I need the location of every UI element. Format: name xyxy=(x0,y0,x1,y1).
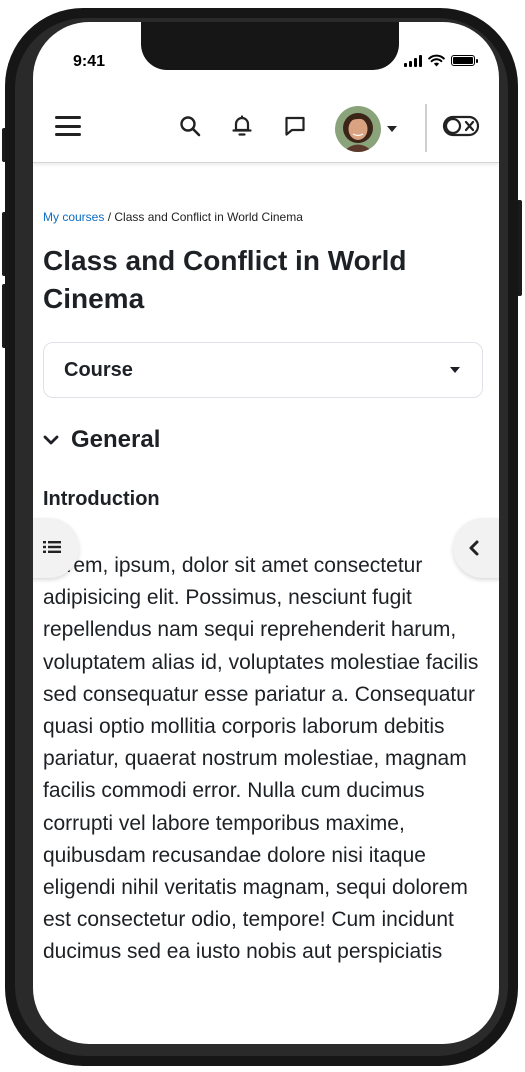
section-title: General xyxy=(71,426,161,453)
cellular-signal-icon xyxy=(404,54,422,67)
chat-bubble-icon[interactable] xyxy=(283,114,307,138)
section-toggle-general[interactable]: General xyxy=(43,426,160,454)
course-index-list-icon xyxy=(43,541,61,553)
course-nav-select[interactable]: Course xyxy=(43,342,483,398)
search-icon[interactable] xyxy=(178,114,202,138)
chevron-left-icon xyxy=(469,540,479,556)
user-menu[interactable] xyxy=(335,106,397,152)
toggle-switch-off-icon[interactable] xyxy=(442,111,480,141)
battery-icon xyxy=(451,55,478,66)
course-nav-selected-value: Course xyxy=(64,358,133,381)
breadcrumb-separator: / xyxy=(104,210,115,224)
activity-subheading: Introduction xyxy=(43,488,160,510)
notch xyxy=(141,22,399,70)
breadcrumb-link-my-courses[interactable]: My courses xyxy=(43,210,104,224)
breadcrumb: My courses / Class and Conflict in World… xyxy=(43,210,303,224)
breadcrumb-current: Class and Conflict in World Cinema xyxy=(114,210,303,224)
status-time: 9:41 xyxy=(73,53,106,70)
avatar xyxy=(335,106,381,152)
phone-screen: 9:41 My courses / Class and Conflict in … xyxy=(33,22,499,1044)
hamburger-menu-icon[interactable] xyxy=(55,116,81,136)
chevron-down-icon xyxy=(387,126,397,132)
caret-down-icon xyxy=(450,367,460,373)
wifi-icon xyxy=(428,54,445,67)
section-body-text: Lorem, ipsum, dolor sit amet consectetur… xyxy=(43,554,479,964)
app-header xyxy=(33,94,499,163)
header-divider xyxy=(425,104,427,152)
status-icons xyxy=(404,54,478,67)
bell-icon[interactable] xyxy=(230,114,254,138)
page-title: Class and Conflict in World Cinema xyxy=(43,245,407,314)
chevron-down-icon xyxy=(43,435,59,445)
